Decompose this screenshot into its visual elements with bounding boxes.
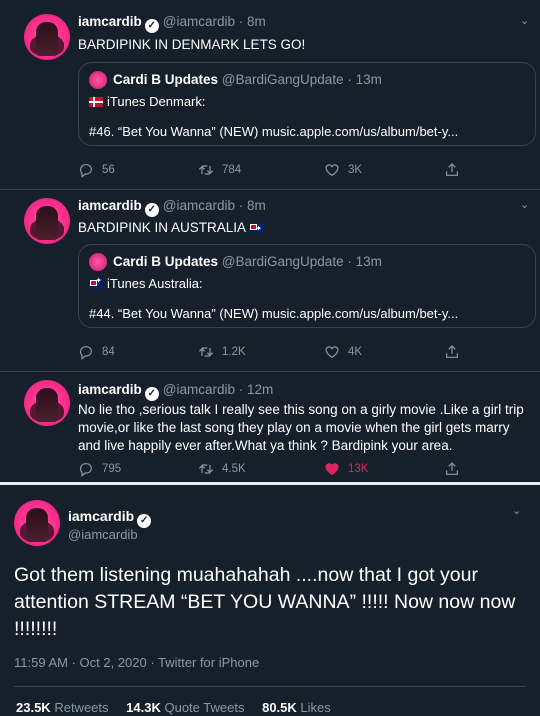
retweet-button[interactable]: 4.5K <box>198 461 246 477</box>
author-name[interactable]: iamcardib <box>78 198 142 213</box>
like-count: 4K <box>348 346 363 358</box>
reply-count: 795 <box>102 463 122 475</box>
flag-australia-icon <box>249 220 264 238</box>
retweet-button[interactable]: 784 <box>198 162 241 178</box>
author-name[interactable]: iamcardib <box>78 382 142 397</box>
share-icon <box>446 345 458 358</box>
avatar[interactable] <box>24 14 70 60</box>
reply-count: 56 <box>102 164 115 176</box>
avatar[interactable] <box>24 198 70 244</box>
chevron-down-icon[interactable]: ⌄ <box>520 198 529 211</box>
avatar[interactable] <box>14 500 60 546</box>
verified-badge-icon: ✓ <box>144 387 159 401</box>
flag-australia-icon <box>89 276 103 289</box>
quoted-tweet[interactable]: Cardi B Updates @BardiGangUpdate · 13m i… <box>78 244 536 328</box>
quote-line: iTunes Denmark: <box>107 94 206 109</box>
retweet-icon <box>198 165 214 175</box>
like-count: 3K <box>348 164 363 176</box>
share-button[interactable] <box>444 461 460 477</box>
retweet-count: 1.2K <box>222 346 246 358</box>
quote-author-handle: @BardiGangUpdate <box>221 72 344 87</box>
quote-author-name: Cardi B Updates <box>113 72 219 87</box>
reply-button[interactable]: 84 <box>78 344 115 360</box>
reply-button[interactable]: 56 <box>78 162 115 178</box>
author-handle[interactable]: @iamcardib <box>163 14 235 29</box>
like-button[interactable]: 4K <box>324 344 362 360</box>
like-icon <box>325 463 339 476</box>
tweet-text: BARDIPINK IN AUSTRALIA <box>78 220 246 235</box>
tweet-text: No lie tho ,serious talk I really see th… <box>78 402 524 453</box>
avatar[interactable] <box>24 380 70 426</box>
like-button[interactable]: 13K <box>324 461 368 477</box>
tweet-stats: 23.5K Retweets 14.3K Quote Tweets 80.5K … <box>16 700 345 715</box>
retweet-icon <box>198 464 214 474</box>
quote-tweets-stat[interactable]: 14.3K Quote Tweets <box>126 700 244 715</box>
tweet[interactable]: iamcardib ✓ @iamcardib · 12m No lie tho ,s… <box>0 372 540 482</box>
tweet-actions: 84 1.2K 4K <box>78 344 508 362</box>
verified-badge-icon: ✓ <box>144 203 159 217</box>
chevron-down-icon[interactable]: ⌄ <box>512 504 521 517</box>
retweet-button[interactable]: 1.2K <box>198 344 246 360</box>
verified-badge-icon: ✓ <box>144 19 159 33</box>
avatar <box>89 253 107 271</box>
tweet[interactable]: iamcardib ✓ @iamcardib · 8m ⌄ BARDIPINK IN… <box>0 190 540 372</box>
quote-author-name: Cardi B Updates <box>113 254 219 269</box>
tweet[interactable]: iamcardib ✓ @iamcardib · 8m ⌄ BARDIPINK IN… <box>0 0 540 190</box>
quote-author-handle: @BardiGangUpdate <box>221 254 344 269</box>
author-name[interactable]: iamcardib <box>78 14 142 29</box>
section-divider <box>0 482 540 485</box>
tweet-actions: 795 4.5K 13K <box>78 461 508 479</box>
quote-timestamp: · 13m <box>347 72 382 87</box>
retweet-icon <box>198 347 214 357</box>
quote-line: iTunes Australia: <box>107 276 203 291</box>
tweet-meta: 11:59 AM · Oct 2, 2020 · Twitter for iPh… <box>14 655 260 670</box>
timestamp[interactable]: · 12m <box>239 382 274 397</box>
reply-icon <box>80 346 92 360</box>
reply-count: 84 <box>102 346 115 358</box>
reply-button[interactable]: 795 <box>78 461 121 477</box>
share-button[interactable] <box>444 162 460 178</box>
quote-timestamp: · 13m <box>347 254 382 269</box>
avatar <box>89 71 107 89</box>
flag-denmark-icon <box>89 97 103 107</box>
reply-icon <box>80 164 92 178</box>
quote-line: #44. “Bet You Wanna” (NEW) music.apple.c… <box>89 306 459 321</box>
retweet-count: 4.5K <box>222 463 246 475</box>
divider <box>14 686 526 687</box>
share-icon <box>446 163 458 176</box>
like-count: 13K <box>348 463 369 475</box>
like-button[interactable]: 3K <box>324 162 362 178</box>
author-handle[interactable]: @iamcardib <box>163 382 235 397</box>
timestamp[interactable]: · 8m <box>239 198 266 213</box>
chevron-down-icon[interactable]: ⌄ <box>520 14 529 27</box>
verified-badge-icon: ✓ <box>137 514 152 528</box>
share-button[interactable] <box>444 344 460 360</box>
author-handle[interactable]: @iamcardib <box>163 198 235 213</box>
tweet-text: BARDIPINK IN DENMARK LETS GO! <box>78 37 306 52</box>
retweet-count: 784 <box>222 164 242 176</box>
likes-stat[interactable]: 80.5K Likes <box>262 700 331 715</box>
reply-icon <box>80 463 92 477</box>
author-name[interactable]: iamcardib <box>68 508 134 524</box>
retweets-stat[interactable]: 23.5K Retweets <box>16 700 109 715</box>
tweet-actions: 56 784 3K <box>78 162 508 180</box>
share-icon <box>446 462 458 475</box>
author-handle[interactable]: @iamcardib <box>68 527 138 542</box>
quote-line: #46. “Bet You Wanna” (NEW) music.apple.c… <box>89 124 459 139</box>
like-icon <box>325 346 339 359</box>
timestamp[interactable]: · 8m <box>239 14 266 29</box>
like-icon <box>325 164 339 177</box>
quoted-tweet[interactable]: Cardi B Updates @BardiGangUpdate · 13m i… <box>78 62 536 146</box>
tweet-text: Got them listening muahahahah ....now th… <box>14 564 516 640</box>
